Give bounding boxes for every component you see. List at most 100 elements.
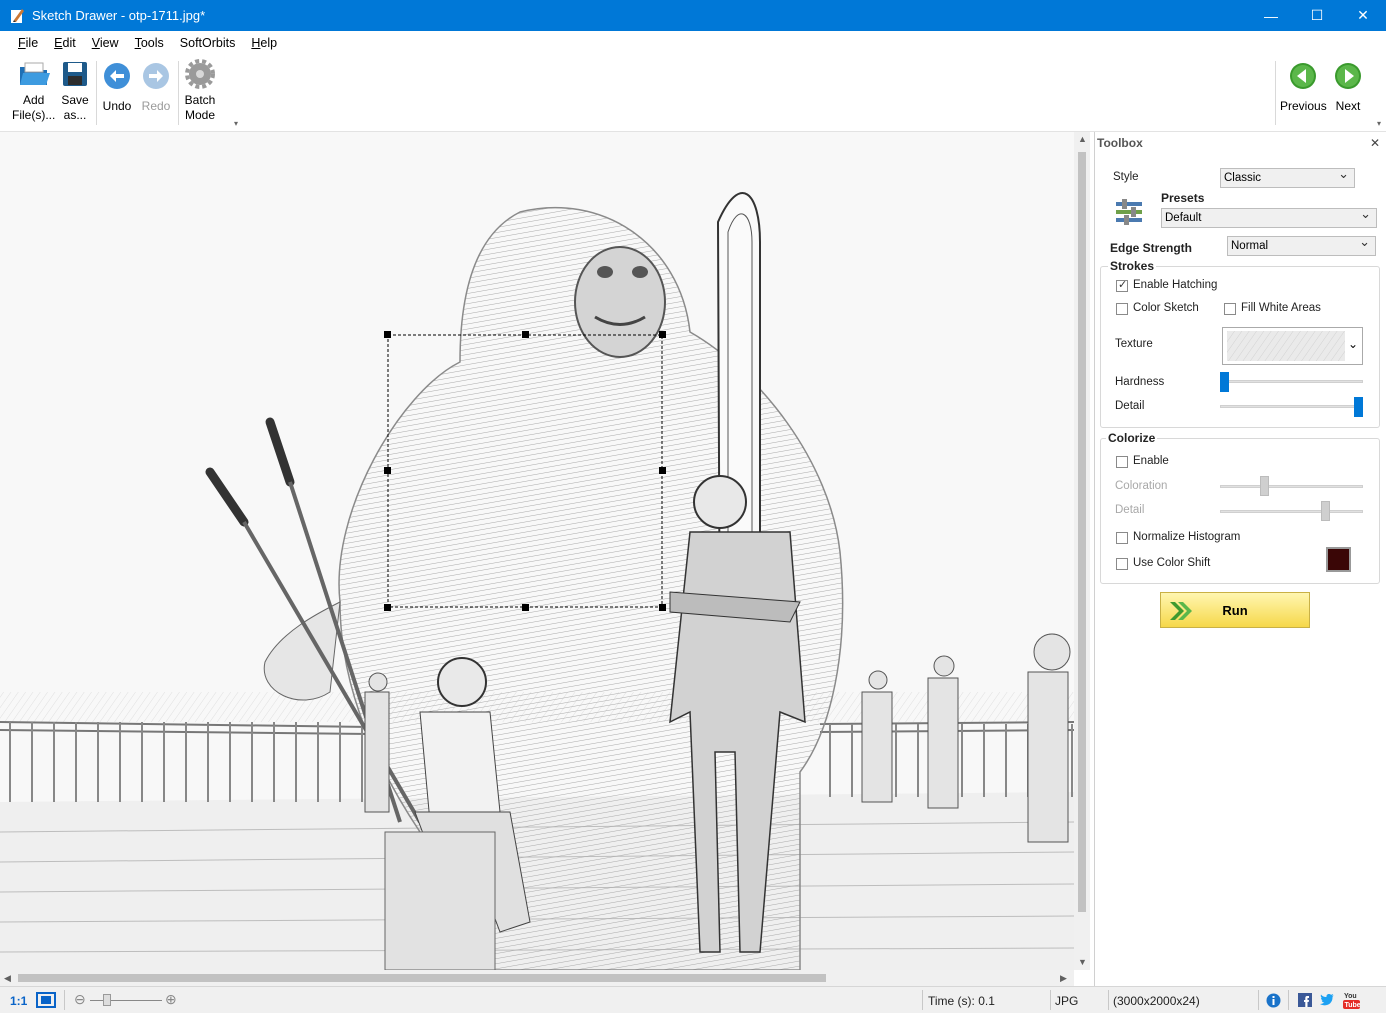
style-select[interactable]: Classic <box>1220 165 1355 188</box>
style-value: Classic <box>1224 172 1262 184</box>
redo-button[interactable]: Redo <box>141 59 171 114</box>
next-label: Next <box>1335 99 1361 113</box>
undo-button[interactable]: Undo <box>102 59 132 114</box>
colorize-enable-checkbox[interactable] <box>1116 456 1128 468</box>
status-divider <box>1050 990 1051 1010</box>
zoom-slider[interactable] <box>90 1000 162 1001</box>
close-button[interactable]: ✕ <box>1340 0 1386 31</box>
redo-label: Redo <box>141 99 171 113</box>
toolbar-divider <box>96 61 97 125</box>
redo-arrow-icon <box>143 63 169 89</box>
colorize-detail-slider-thumb[interactable] <box>1320 501 1330 521</box>
horizontal-scrollbar[interactable]: ◀ ▶ <box>0 970 1074 986</box>
zoom-in-icon[interactable]: ⊕ <box>165 991 177 1008</box>
coloration-slider[interactable] <box>1220 485 1363 488</box>
previous-arrow-icon <box>1290 63 1317 89</box>
menu-item-tools[interactable]: Tools <box>135 36 164 50</box>
scroll-down-icon[interactable]: ▼ <box>1078 957 1087 967</box>
undo-label: Undo <box>102 99 132 113</box>
previous-button[interactable]: Previous <box>1280 59 1327 114</box>
menu-item-help[interactable]: Help <box>251 36 277 50</box>
image-canvas[interactable] <box>0 132 1074 970</box>
menu-label: SoftOrbits <box>179 36 236 50</box>
menu-label: dit <box>62 36 76 50</box>
zoom-1-1-button[interactable]: 1:1 <box>10 994 27 1008</box>
edge-strength-value: Normal <box>1231 240 1269 252</box>
toolbar-divider <box>178 61 179 125</box>
app-icon <box>11 8 24 23</box>
image-dimensions: (3000x2000x24) <box>1113 994 1200 1008</box>
color-sketch-checkbox[interactable] <box>1116 303 1128 315</box>
chevron-down-icon: ⌄ <box>1347 337 1358 351</box>
save-as-button[interactable]: Save as... <box>60 59 90 123</box>
menu-item-softorbits[interactable]: SoftOrbits <box>180 36 236 50</box>
hardness-slider[interactable] <box>1220 380 1363 383</box>
fill-white-areas-checkbox[interactable] <box>1224 303 1236 315</box>
fit-to-window-icon[interactable] <box>36 992 56 1008</box>
run-button[interactable]: Run <box>1160 592 1310 628</box>
save-icon <box>63 62 87 86</box>
edge-strength-label: Edge Strength <box>1110 241 1193 255</box>
status-bar: 1:1 ⊖ ⊕ Time (s): 0.1 JPG (3000x2000x24)… <box>0 986 1386 1013</box>
menu-label: ools <box>140 36 164 50</box>
twitter-icon[interactable] <box>1320 993 1335 1006</box>
coloration-slider-thumb[interactable] <box>1260 476 1270 496</box>
save-as-label-2: as... <box>63 108 87 122</box>
scroll-left-icon[interactable]: ◀ <box>4 973 11 984</box>
menu-bar: File Edit View Tools SoftOrbits Help <box>0 31 1386 55</box>
batch-mode-label-2: Mode <box>184 108 216 122</box>
horizontal-scroll-thumb[interactable] <box>18 974 826 982</box>
colorize-title: Colorize <box>1106 431 1158 445</box>
presets-label: Presets <box>1161 191 1205 205</box>
detail-label: Detail <box>1115 400 1145 412</box>
add-files-button[interactable]: Add File(s)... <box>12 59 55 123</box>
enable-hatching-checkbox[interactable] <box>1116 278 1128 292</box>
toolbox-title: Toolbox <box>1097 136 1143 150</box>
maximize-button[interactable]: ☐ <box>1294 0 1340 31</box>
scroll-right-icon[interactable]: ▶ <box>1060 973 1067 984</box>
zoom-slider-thumb[interactable] <box>103 994 111 1006</box>
close-toolbox-icon[interactable]: ✕ <box>1370 136 1380 150</box>
normalize-histogram-checkbox[interactable] <box>1116 532 1128 544</box>
info-icon[interactable] <box>1266 993 1281 1008</box>
menu-mnemonic: E <box>54 36 63 50</box>
menu-item-edit[interactable]: Edit <box>54 36 76 50</box>
texture-select[interactable]: ⌄ <box>1222 327 1363 365</box>
colorize-detail-slider[interactable] <box>1220 510 1363 513</box>
use-color-shift-checkbox[interactable] <box>1116 558 1128 570</box>
run-arrows-icon <box>1170 602 1192 620</box>
svg-text:Tube: Tube <box>1345 1002 1361 1009</box>
edge-strength-select[interactable]: Normal <box>1227 233 1376 256</box>
coloration-label: Coloration <box>1115 480 1168 492</box>
presets-select[interactable]: Default <box>1161 205 1377 228</box>
color-shift-swatch[interactable] <box>1326 547 1351 572</box>
scroll-up-icon[interactable]: ▲ <box>1078 134 1087 144</box>
texture-preview <box>1227 331 1345 361</box>
add-files-label: Add <box>22 93 45 107</box>
vertical-scroll-thumb[interactable] <box>1078 152 1086 912</box>
batch-mode-button[interactable]: Batch Mode <box>184 59 216 123</box>
hardness-label: Hardness <box>1115 376 1165 388</box>
toolbar: Add File(s)... Save as... Undo Redo Batc… <box>0 55 1386 132</box>
hardness-slider-thumb[interactable] <box>1220 372 1229 392</box>
next-button[interactable]: Next <box>1333 59 1363 114</box>
vertical-scrollbar[interactable]: ▲ ▼ <box>1074 132 1090 970</box>
menu-item-file[interactable]: File <box>18 36 38 50</box>
status-divider <box>1258 990 1259 1010</box>
add-files-label-2: File(s)... <box>12 108 56 122</box>
menu-label: elp <box>260 36 278 50</box>
minimize-button[interactable]: ― <box>1248 0 1294 31</box>
menu-item-view[interactable]: View <box>92 36 119 50</box>
undo-arrow-icon <box>104 63 130 89</box>
facebook-icon[interactable] <box>1298 993 1312 1007</box>
window-title: Sketch Drawer - otp-1711.jpg* <box>32 8 206 23</box>
toolbar-overflow-icon[interactable]: ▾ <box>234 119 238 128</box>
zoom-out-icon[interactable]: ⊖ <box>74 991 86 1008</box>
menu-mnemonic: V <box>91 36 100 50</box>
detail-slider[interactable] <box>1220 405 1363 408</box>
youtube-icon[interactable]: You Tube <box>1343 991 1360 1009</box>
detail-slider-thumb[interactable] <box>1354 397 1363 417</box>
toolbar-divider <box>1275 61 1276 125</box>
toolbar-overflow-icon[interactable]: ▾ <box>1377 119 1381 128</box>
status-divider <box>922 990 923 1010</box>
